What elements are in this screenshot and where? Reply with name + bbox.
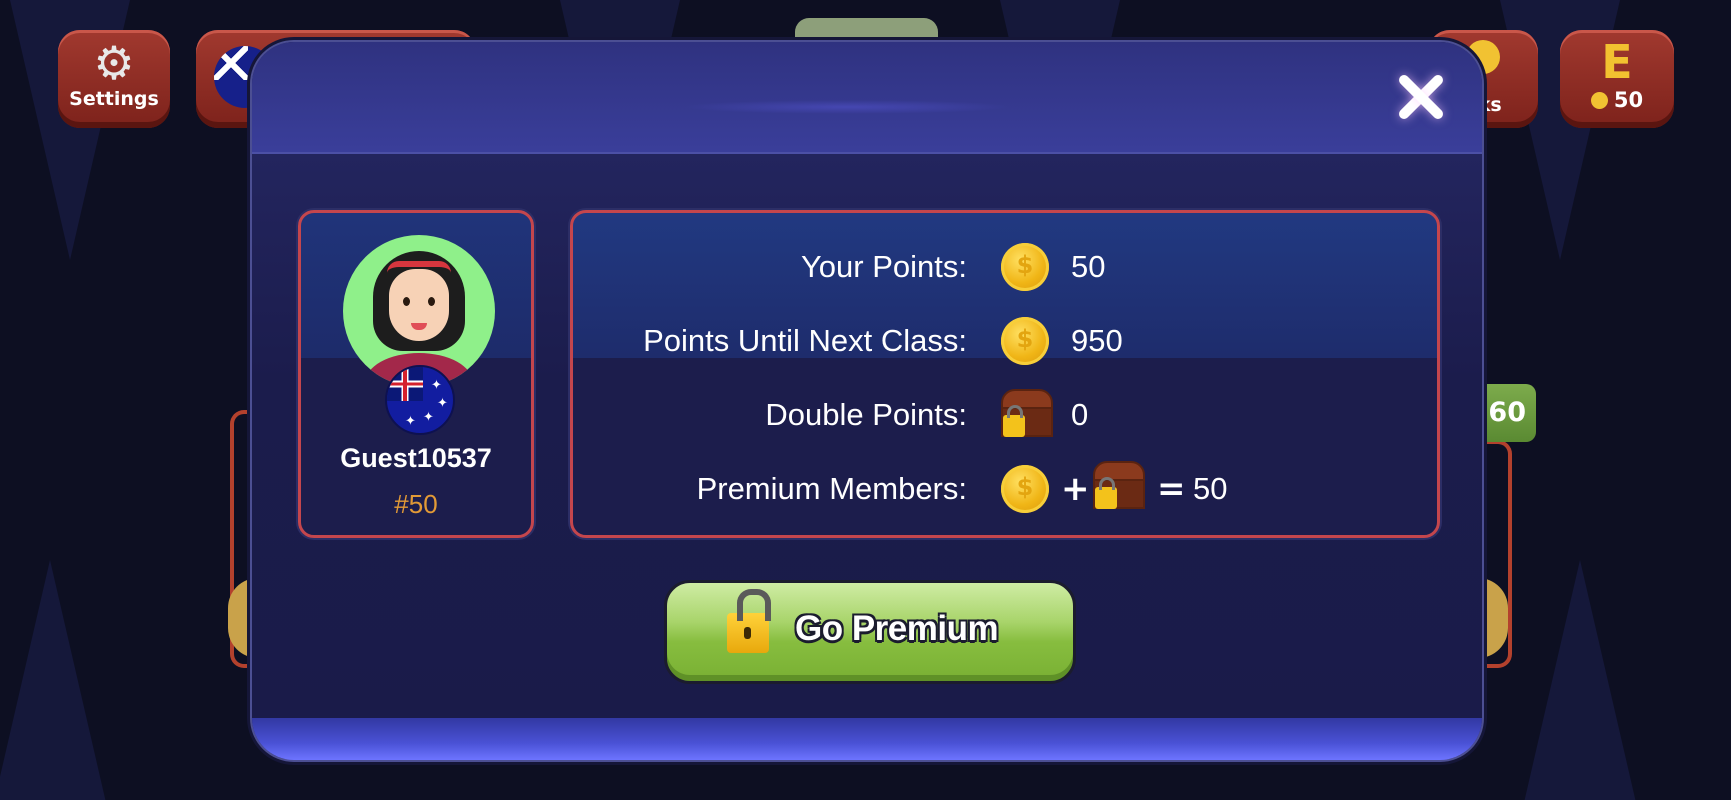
- equals-sign: =: [1157, 469, 1186, 509]
- stat-row-next-class: Points Until Next Class: 950: [573, 311, 1437, 371]
- coin-icon: [1001, 465, 1049, 513]
- stat-value: 50: [1193, 471, 1228, 506]
- padlock-icon: [727, 613, 769, 653]
- stat-row-premium-members: Premium Members: + = 50: [573, 459, 1437, 519]
- settings-button[interactable]: ⚙ Settings: [58, 30, 170, 128]
- stat-label: Premium Members:: [696, 471, 967, 506]
- coin-icon: [1001, 243, 1049, 291]
- points-modal: ✦ ✦ ✦ ✦ Guest10537 #50 Your Points: 50 P…: [250, 40, 1484, 762]
- chest-icon: [1093, 461, 1145, 509]
- bg-spike: [1520, 560, 1640, 800]
- coin-icon: [1590, 92, 1608, 109]
- profile-card: ✦ ✦ ✦ ✦ Guest10537 #50: [298, 210, 534, 538]
- level-button[interactable]: E 50: [1560, 30, 1674, 128]
- padlock-icon: [1003, 405, 1025, 437]
- stat-label: Points Until Next Class:: [643, 323, 967, 358]
- chest-icon: [1001, 389, 1053, 437]
- settings-label: Settings: [69, 88, 159, 110]
- level-points-value: 50: [1613, 88, 1644, 112]
- username: Guest10537: [340, 443, 492, 473]
- coin-icon: [1001, 317, 1049, 365]
- level-points: 50: [1560, 88, 1674, 112]
- plus-sign: +: [1061, 469, 1090, 509]
- stat-row-your-points: Your Points: 50: [573, 237, 1437, 297]
- stat-value: 950: [1071, 323, 1123, 358]
- close-button[interactable]: [1394, 70, 1448, 124]
- gear-icon: ⚙: [93, 36, 135, 90]
- padlock-icon: [1095, 477, 1117, 509]
- go-premium-label: Go Premium: [795, 609, 999, 648]
- rank-number: #50: [394, 489, 438, 519]
- points-stats-card: Your Points: 50 Points Until Next Class:…: [570, 210, 1440, 538]
- level-letter: E: [1601, 35, 1633, 89]
- go-premium-button[interactable]: Go Premium: [664, 580, 1076, 684]
- modal-footer: [252, 718, 1482, 760]
- bg-spike: [0, 560, 110, 800]
- flag-icon: ✦ ✦ ✦ ✦: [385, 365, 455, 435]
- stat-value: 50: [1071, 249, 1106, 284]
- stat-label: Your Points:: [800, 249, 967, 284]
- modal-header: [252, 42, 1482, 154]
- stat-label: Double Points:: [765, 397, 967, 432]
- stat-value: 0: [1071, 397, 1089, 432]
- stat-row-double-points: Double Points: 0: [573, 385, 1437, 445]
